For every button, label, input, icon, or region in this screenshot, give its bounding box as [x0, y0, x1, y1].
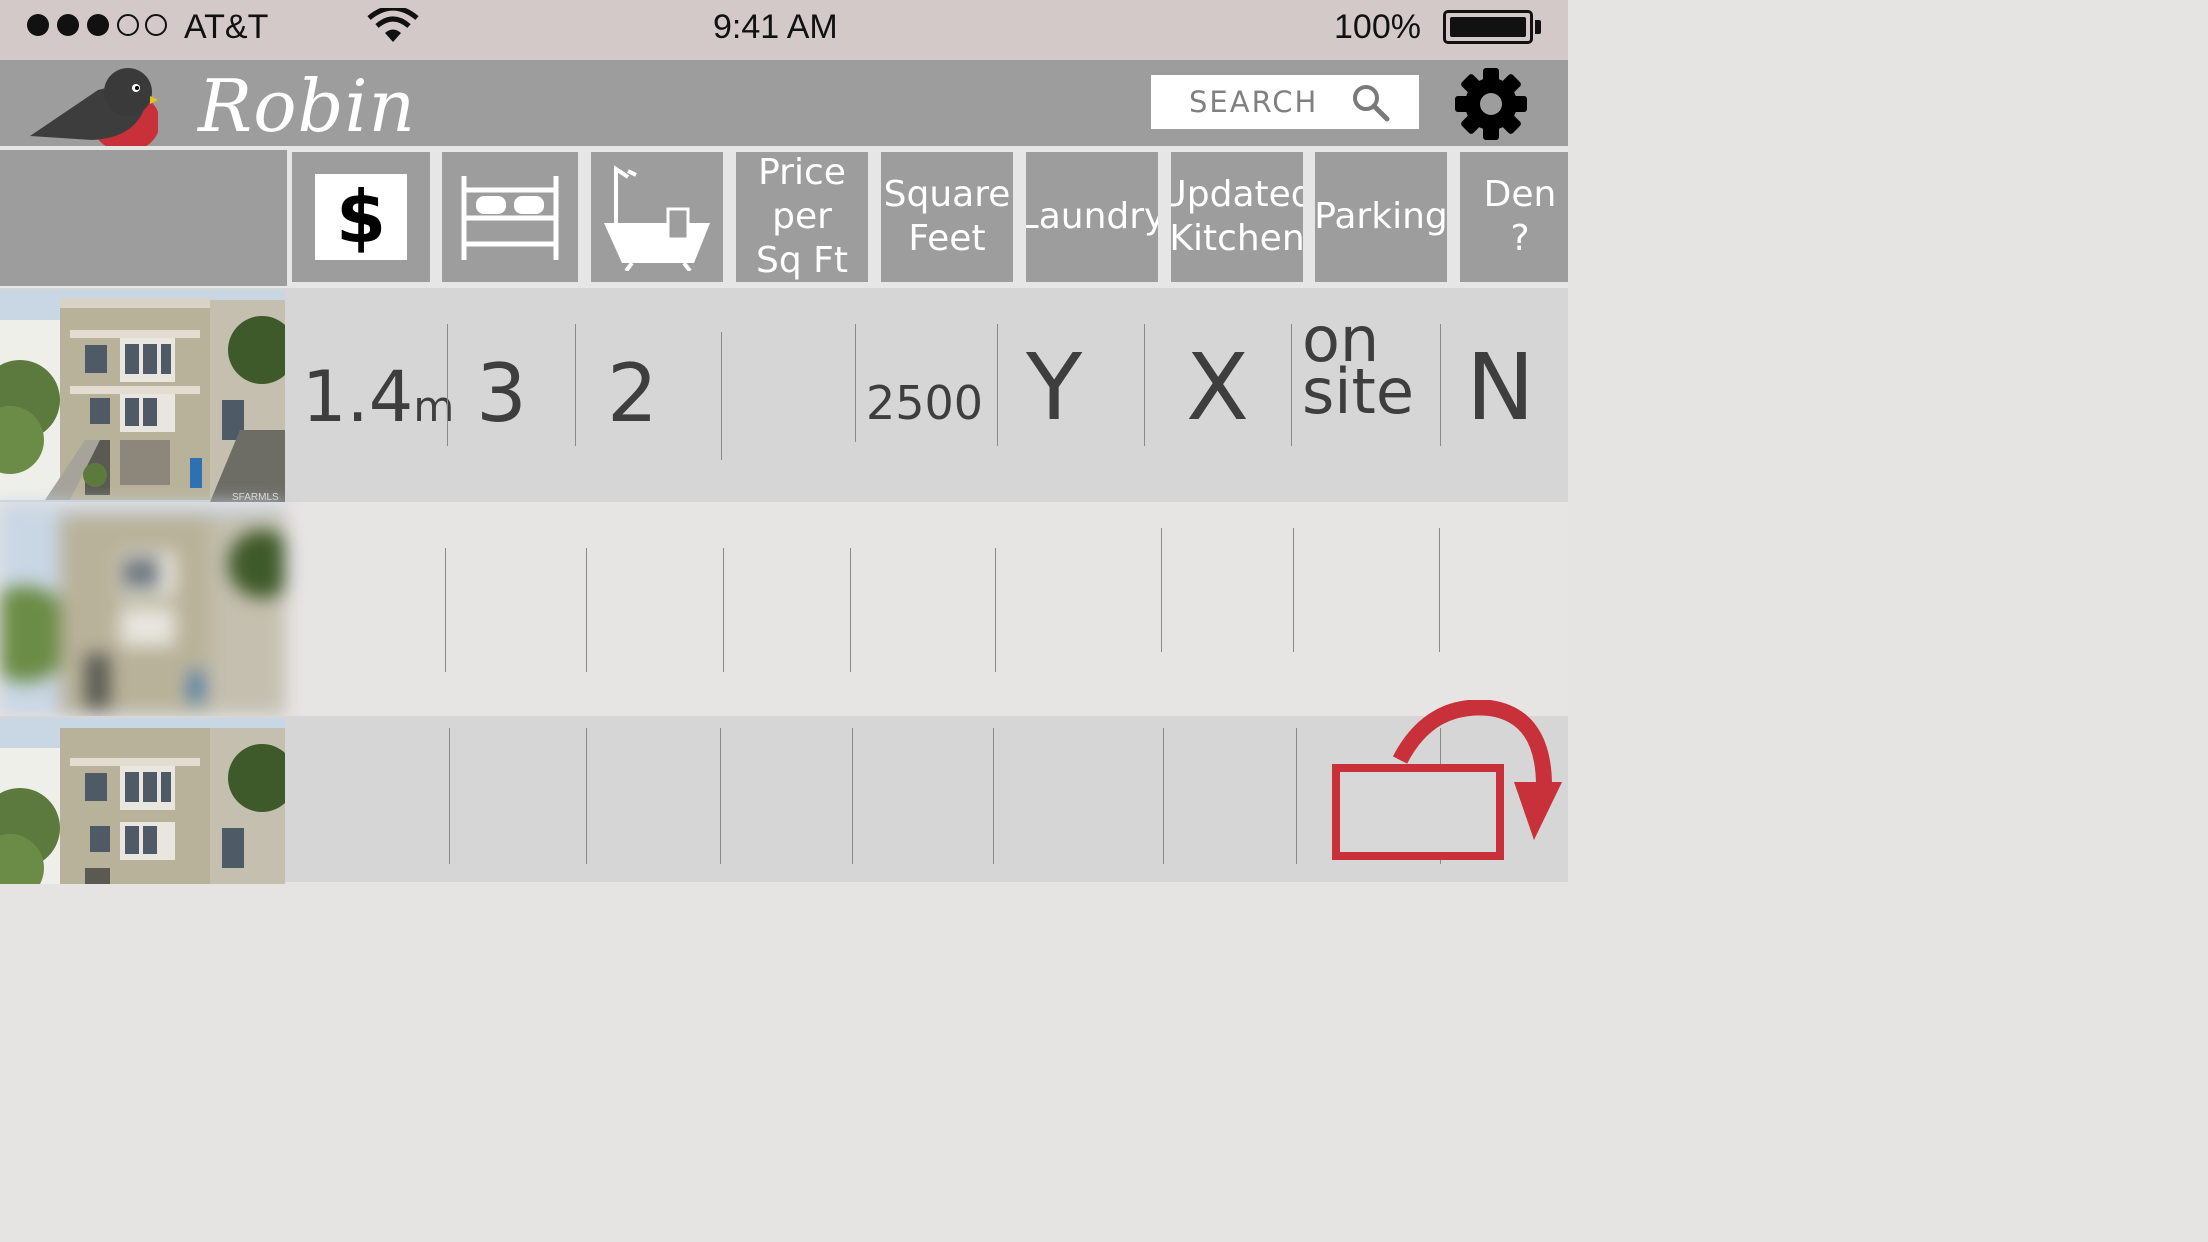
dollar-icon: $ [315, 174, 407, 260]
bathtub-icon [604, 165, 710, 271]
cell-separator [449, 728, 450, 864]
cell-separator [721, 332, 722, 460]
cell-separator [997, 324, 998, 446]
cell-separator [720, 728, 721, 864]
column-label: Square Feet [883, 174, 1011, 259]
column-header-bedrooms[interactable] [442, 152, 578, 282]
column-header-row: $ Price per Sq Ft Square Feet Laundry Up… [0, 146, 1568, 288]
photo-column-header [0, 150, 287, 286]
carrier-name: AT&T [184, 8, 269, 46]
cell-separator [852, 728, 853, 864]
house-photo-blurred[interactable] [0, 504, 285, 716]
price-value: 1.4 [302, 356, 414, 438]
cell-separator [1439, 528, 1440, 652]
search-bar[interactable] [1151, 75, 1419, 129]
battery-icon [1443, 10, 1533, 44]
price-unit: m [413, 382, 455, 431]
column-header-laundry[interactable]: Laundry [1026, 152, 1158, 282]
house-photo[interactable]: SFARMLS [0, 290, 285, 502]
parking-cell[interactable]: on site [1302, 309, 1414, 423]
app-header: Robin [0, 60, 1568, 152]
cell-separator [1296, 728, 1297, 864]
rotate-device-icon[interactable] [1330, 700, 1566, 866]
laundry-cell[interactable]: Y [1026, 342, 1082, 434]
wifi-icon [367, 8, 419, 42]
signal-dot-full [27, 14, 49, 36]
signal-dot-empty [117, 14, 139, 36]
column-header-price[interactable]: $ [292, 152, 430, 282]
column-label: Parking [1315, 196, 1447, 237]
cell-separator [1293, 528, 1294, 652]
cell-separator [1163, 728, 1164, 864]
column-header-den[interactable]: Den ? [1460, 152, 1568, 282]
cell-separator [1440, 324, 1441, 446]
status-bar: AT&T 9:41 AM 100% [0, 0, 1568, 60]
gear-icon[interactable] [1453, 66, 1529, 142]
house-photo[interactable] [0, 718, 285, 884]
cell-separator [993, 728, 994, 864]
battery-level [1450, 17, 1526, 37]
updated-kitchen-cell[interactable]: X [1186, 342, 1249, 434]
column-label: Laundry [1026, 196, 1158, 237]
photo-watermark: SFARMLS [232, 492, 279, 502]
app-title: Robin [198, 64, 417, 148]
cell-separator [1291, 324, 1292, 446]
cell-separator [586, 728, 587, 864]
price-cell[interactable]: 1.4m [302, 362, 454, 432]
cell-separator [855, 324, 856, 442]
cell-separator [447, 324, 448, 446]
listing-row[interactable]: SFARMLS 1.4m 3 2 2500 Y X on site N [0, 288, 1568, 502]
column-label: Price per Sq Ft [756, 152, 848, 281]
cell-separator [995, 548, 996, 672]
column-label: Den ? [1483, 174, 1557, 259]
signal-dot-full [57, 14, 79, 36]
signal-dot-empty [145, 14, 167, 36]
bed-icon [461, 176, 559, 260]
bedrooms-cell[interactable]: 3 [476, 354, 527, 434]
cell-separator [1144, 324, 1145, 446]
clock: 9:41 AM [713, 8, 838, 46]
column-label: Updated Kitchen [1171, 174, 1303, 259]
bathrooms-cell[interactable]: 2 [607, 354, 658, 434]
column-header-bathrooms[interactable] [591, 152, 723, 282]
cell-separator [723, 548, 724, 672]
column-header-price-per-sqft[interactable]: Price per Sq Ft [736, 152, 868, 282]
cell-separator [586, 548, 587, 672]
cell-separator [850, 548, 851, 672]
cell-separator [1161, 528, 1162, 652]
square-feet-cell[interactable]: 2500 [866, 380, 983, 426]
battery-percent: 100% [1334, 8, 1421, 46]
cell-separator [575, 324, 576, 446]
column-header-updated-kitchen[interactable]: Updated Kitchen [1171, 152, 1303, 282]
den-cell[interactable]: N [1466, 342, 1535, 434]
battery-nub [1535, 20, 1541, 34]
signal-dot-full [87, 14, 109, 36]
cell-separator [445, 548, 446, 672]
column-header-square-feet[interactable]: Square Feet [881, 152, 1013, 282]
robin-logo-icon [30, 68, 158, 152]
listing-row[interactable] [0, 502, 1568, 716]
search-icon[interactable] [1351, 83, 1391, 123]
column-header-parking[interactable]: Parking [1315, 152, 1447, 282]
